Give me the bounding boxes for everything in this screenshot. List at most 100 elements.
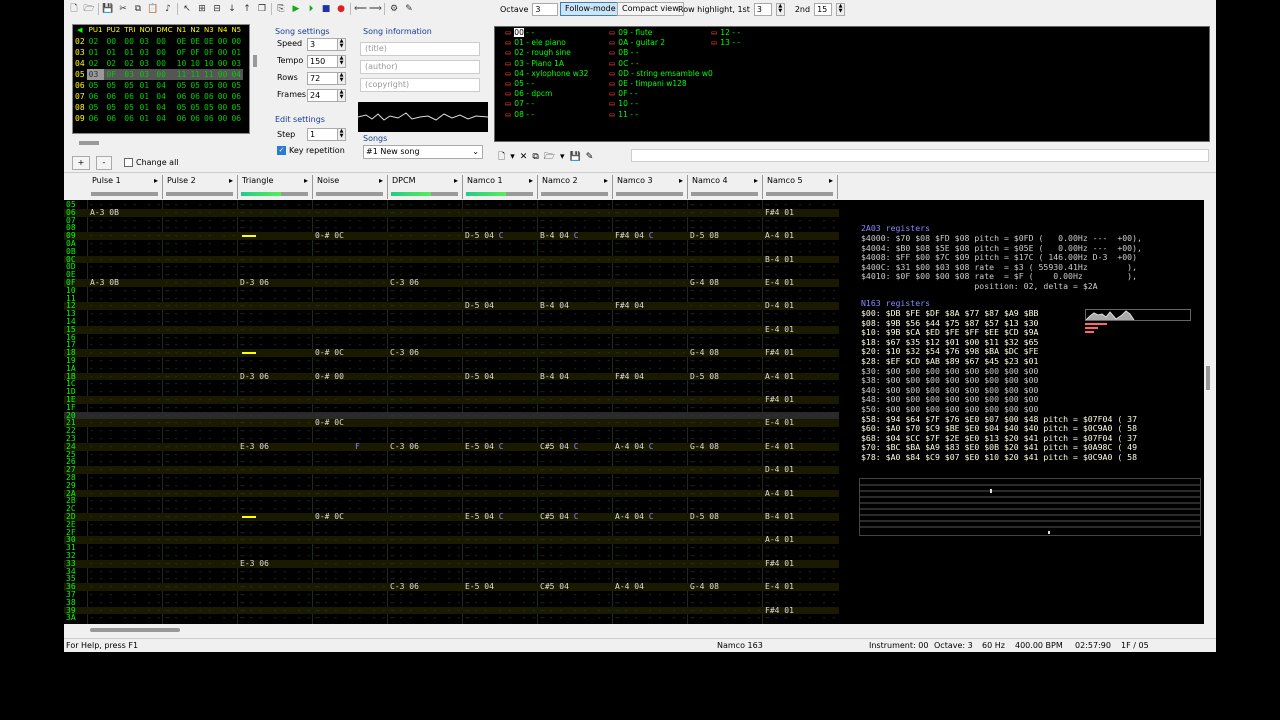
channel-6[interactable]: Namco 1 ▸	[463, 175, 538, 199]
channel-arrow-icon[interactable]: ▸	[679, 176, 683, 185]
frame-cell[interactable]: 03	[137, 58, 154, 69]
frame-cell[interactable]: 00	[122, 36, 137, 47]
instrument-item[interactable]: ⛀ 04 - xylophone w32	[505, 69, 588, 79]
song-select[interactable]: #1 New song ⌄	[363, 145, 483, 159]
channel-arrow-icon[interactable]: ▸	[454, 176, 458, 185]
settings-icon[interactable]: ⚙	[388, 3, 400, 15]
frame-cell[interactable]: 03	[122, 69, 138, 80]
frame-cell[interactable]: 02	[104, 58, 122, 69]
load-instrument-icon[interactable]: 🗁	[544, 149, 555, 165]
new-file-icon[interactable]: 🗋	[68, 3, 80, 15]
channel-3[interactable]: Triangle ▸	[238, 175, 313, 199]
frame-cell[interactable]: 04	[154, 91, 174, 102]
frame-list[interactable]: ◀ PU1 PU2 TRI NOI DMC N1 N2 N3 N4 N5 02 02 00 00 03 00 0…	[72, 24, 257, 145]
copyright-field[interactable]: (copyright)	[360, 78, 480, 92]
frame-row[interactable]: 04 02 02 02 03 00 10 10 10 00 03	[73, 58, 243, 69]
frame-row[interactable]: 06 05 05 05 01 04 05 05 05 00 05	[73, 80, 243, 91]
frame-cell[interactable]: 00	[216, 113, 230, 124]
frame-cell[interactable]: 01	[122, 47, 137, 58]
tempo-spinner[interactable]: ▲ ▼	[337, 55, 346, 68]
author-field[interactable]: (author)	[360, 60, 480, 74]
instrument-item[interactable]: ⛀ 13 - -	[711, 38, 740, 48]
instrument-item[interactable]: ⛀ 0A - guitar 2	[609, 38, 665, 48]
record-icon[interactable]: ●	[335, 3, 347, 15]
empty-cell[interactable]: - - - - - - - -	[314, 614, 396, 622]
frame-cell[interactable]: 05	[229, 80, 243, 91]
frame-cell[interactable]: 10	[202, 58, 216, 69]
frame-cell[interactable]: 05	[122, 102, 137, 113]
instrument-name-field[interactable]	[631, 149, 1209, 162]
frame-cell[interactable]: 00	[215, 69, 230, 80]
row-highlight-second-field[interactable]: 15	[814, 2, 833, 16]
channel-arrow-icon[interactable]: ▸	[754, 176, 758, 185]
channel-7[interactable]: Namco 2 ▸	[538, 175, 613, 199]
instrument-item[interactable]: ⛀ 0E - timpani w128	[609, 79, 687, 89]
frames-field[interactable]: 24	[307, 89, 339, 102]
channel-arrow-icon[interactable]: ▸	[604, 176, 608, 185]
instrument-item[interactable]: ⛀ 05 - -	[505, 79, 534, 89]
empty-cell[interactable]: - - - - - - - -	[164, 614, 246, 622]
frame-cell[interactable]: 01	[137, 91, 154, 102]
channel-arrow-icon[interactable]: ▸	[829, 176, 833, 185]
empty-cell[interactable]: - - - - - - - -	[239, 505, 321, 513]
empty-cell[interactable]: - - - - - - - -	[89, 614, 171, 622]
instrument-item[interactable]: ⛀ 0C - -	[609, 59, 639, 69]
frame-cell[interactable]: 03	[137, 36, 154, 47]
frame-cell[interactable]: 00	[216, 102, 230, 113]
play-loop-icon[interactable]: ⏵	[305, 3, 317, 15]
edit-settings-icon[interactable]: ✎	[403, 3, 415, 15]
frame-cell[interactable]: 0E	[188, 36, 202, 47]
frame-cell[interactable]: 03	[137, 69, 155, 80]
insert-frame-icon[interactable]: ⊞	[196, 3, 208, 15]
frame-cell[interactable]: 05	[175, 102, 189, 113]
frame-cell[interactable]: 05	[202, 80, 216, 91]
frame-row[interactable]: 05 03 0F 03 03 00 11 11 11 00 04	[73, 69, 244, 80]
instrument-item[interactable]: ⛀ 01 - ele piano	[505, 38, 566, 48]
frame-cell[interactable]: 00	[104, 36, 122, 47]
frame-cell[interactable]: 05	[87, 102, 105, 113]
frame-row[interactable]: 02 02 00 00 03 00 0E 0E 0E 00 00	[73, 36, 243, 47]
prev-track-icon[interactable]: ⟸	[354, 3, 367, 15]
move-down-icon[interactable]: ↓	[226, 3, 238, 15]
frame-cell[interactable]: 05	[122, 80, 137, 91]
channel-8[interactable]: Namco 3 ▸	[613, 175, 688, 199]
rows-field[interactable]: 72	[307, 72, 339, 85]
instrument-item[interactable]: ⛀ 12 - -	[711, 28, 740, 38]
channel-9[interactable]: Namco 4 ▸	[688, 175, 763, 199]
frame-cell[interactable]: 02	[87, 36, 105, 47]
frame-cell[interactable]: 00	[229, 36, 243, 47]
instrument-item[interactable]: ⛀ 09 - flute	[609, 28, 652, 38]
frame-cell[interactable]: 06	[229, 91, 243, 102]
step-spinner[interactable]: ▲ ▼	[337, 128, 346, 141]
channel-arrow-icon[interactable]: ▸	[379, 176, 383, 185]
frame-cell[interactable]: 10	[188, 58, 202, 69]
instrument-item[interactable]: ⛀ 0D - string emsamble w0	[609, 69, 713, 79]
frame-cell[interactable]: 01	[104, 47, 122, 58]
channel-1[interactable]: Pulse 1 ▸	[88, 175, 163, 199]
frame-cell[interactable]: 01	[137, 80, 154, 91]
frame-cell[interactable]: 04	[154, 102, 174, 113]
pattern-row[interactable]: 3A - - - - - - - -- - - - - - - -- - - - …	[64, 614, 839, 622]
instrument-item[interactable]: ⛀ 0B - -	[609, 48, 638, 58]
frame-cell[interactable]: 05	[229, 102, 243, 113]
frame-cell[interactable]: 0F	[188, 47, 202, 58]
play-icon[interactable]: ▶	[290, 3, 302, 15]
frame-row[interactable]: 03 01 01 01 03 00 0F 0F 0F 00 01	[73, 47, 243, 58]
frame-cell[interactable]: 06	[202, 113, 216, 124]
open-icon[interactable]: 🗁	[83, 3, 95, 15]
frame-cell[interactable]: 05	[188, 102, 202, 113]
follow-mode-button[interactable]: Follow-mode	[560, 2, 621, 16]
instrument-list[interactable]: ⛀ 00 - - ⛀ 01 - ele piano ⛀ 02 - rough sine ⛀ 0…	[494, 26, 1210, 142]
clone-icon[interactable]: ⎘	[275, 3, 287, 15]
paste-icon[interactable]: 📋	[147, 3, 159, 15]
channel-10[interactable]: Namco 5 ▸	[763, 175, 838, 199]
channel-arrow-icon[interactable]: ▸	[229, 176, 233, 185]
channel-2[interactable]: Pulse 2 ▸	[163, 175, 238, 199]
rows-spinner[interactable]: ▲ ▼	[337, 72, 346, 85]
frame-cell[interactable]: 05	[175, 80, 189, 91]
pattern-editor[interactable]: 05- - - - - - - -- - - - - - - -- - - - …	[64, 200, 839, 624]
channel-arrow-icon[interactable]: ▸	[304, 176, 308, 185]
frame-cell[interactable]: 00	[154, 36, 174, 47]
frame-row[interactable]: 07 06 06 06 01 04 06 06 06 00 06	[73, 91, 243, 102]
empty-cell[interactable]: - - - - - - - -	[614, 614, 696, 622]
